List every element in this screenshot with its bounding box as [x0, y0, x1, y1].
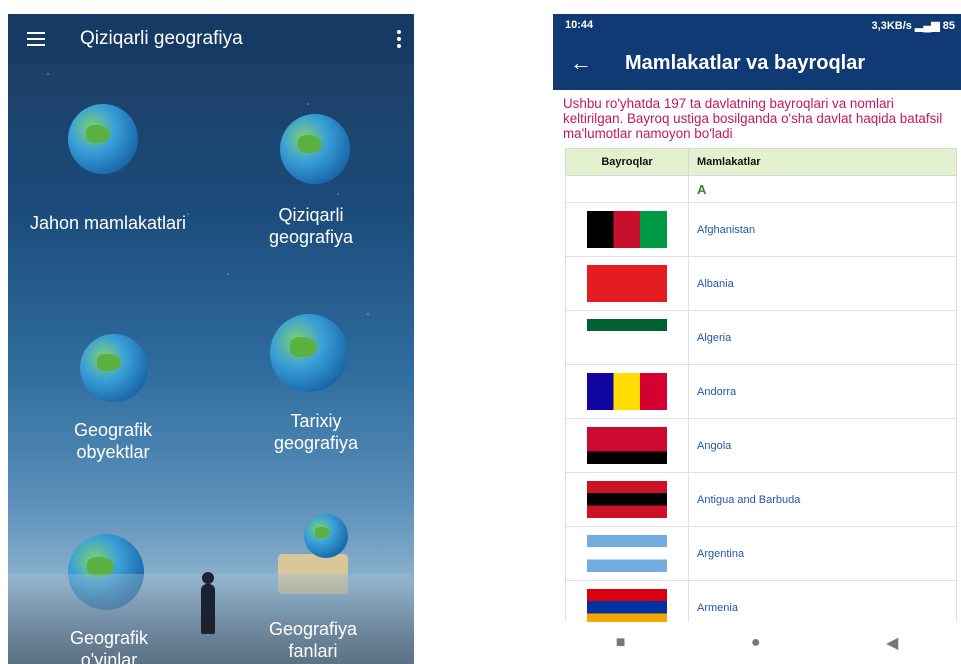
country-name[interactable]: Andorra	[688, 364, 957, 419]
flag-icon[interactable]	[587, 481, 667, 518]
geographic-objects-globe-icon[interactable]	[80, 334, 148, 402]
tile-geografik-oyinlar[interactable]: Geografik o'yinlar	[44, 627, 174, 664]
flag-cell[interactable]	[565, 472, 689, 527]
flag-icon[interactable]	[587, 265, 667, 302]
tile-jahon-mamlakatlari[interactable]: Jahon mamlakatlari	[28, 212, 188, 234]
letter-row: A	[565, 175, 957, 203]
table-row[interactable]: Algeria	[565, 310, 957, 365]
flag-cell[interactable]	[565, 364, 689, 419]
person-figure	[201, 572, 215, 634]
countries-table: Bayroqlar Mamlakatlar A Afghanistan Alban…	[565, 148, 957, 635]
cartoon-globe-icon[interactable]	[280, 114, 350, 184]
country-name[interactable]: Argentina	[688, 526, 957, 581]
flag-icon[interactable]	[587, 319, 667, 356]
app-bar: ← Mamlakatlar va bayroqlar	[553, 36, 961, 90]
country-name[interactable]: Albania	[688, 256, 957, 311]
flag-icon[interactable]	[587, 373, 667, 410]
historical-globe-icon[interactable]	[270, 314, 348, 392]
school-globe-icon[interactable]	[304, 514, 348, 558]
network-speed: 3,3KB/s	[871, 19, 912, 32]
flag-icon[interactable]	[587, 211, 667, 248]
signal-icon: ▂▄▆	[914, 19, 943, 32]
app-title: Qiziqarli geografiya	[80, 28, 243, 49]
status-time: 10:44	[565, 19, 594, 31]
system-nav-bar: ■ ● ◀	[553, 622, 961, 664]
country-name[interactable]: Antigua and Barbuda	[688, 472, 957, 527]
hamburger-icon[interactable]	[8, 14, 64, 64]
table-row[interactable]: Albania	[565, 256, 957, 311]
table-row[interactable]: Afghanistan	[565, 202, 957, 257]
square-icon[interactable]: ■	[616, 634, 626, 652]
page-title: Mamlakatlar va bayroqlar	[625, 51, 866, 74]
intro-text: Ushbu ro'yhatda 197 ta davlatning bayroq…	[563, 96, 943, 141]
table-row[interactable]: Angola	[565, 418, 957, 473]
flag-cell[interactable]	[565, 310, 689, 365]
table-row[interactable]: Antigua and Barbuda	[565, 472, 957, 527]
back-triangle-icon[interactable]: ◀	[886, 633, 898, 653]
tile-geografiya-fanlari[interactable]: Geografiya fanlari	[248, 618, 378, 662]
flag-cell[interactable]	[565, 526, 689, 581]
right-phone-screen: 10:44 3,3KB/s ▂▄▆ 85 ← Mamlakatlar va ba…	[553, 14, 961, 664]
table-row[interactable]: Andorra	[565, 364, 957, 419]
country-name[interactable]: Algeria	[688, 310, 957, 365]
more-vert-icon[interactable]	[384, 14, 414, 64]
flag-icon[interactable]	[587, 535, 667, 572]
flag-cell[interactable]	[565, 256, 689, 311]
left-phone-screen: Qiziqarli geografiya Jahon mamlakatlari …	[8, 14, 414, 664]
flag-cell[interactable]	[565, 202, 689, 257]
back-arrow-icon[interactable]: ←	[553, 50, 609, 76]
flag-cell[interactable]	[565, 418, 689, 473]
flag-icon[interactable]	[587, 427, 667, 464]
tile-qiziqarli-geografiya[interactable]: Qiziqarli geografiya	[236, 204, 386, 248]
world-countries-globe-icon[interactable]	[68, 104, 138, 174]
battery-level: 85	[942, 19, 955, 32]
status-bar: 10:44 3,3KB/s ▂▄▆ 85	[553, 14, 961, 36]
tile-tarixiy-geografiya[interactable]: Tarixiy geografiya	[246, 410, 386, 454]
tile-geografik-obyektlar[interactable]: Geografik obyektlar	[48, 419, 178, 463]
app-bar: Qiziqarli geografiya	[8, 14, 414, 64]
letter-a: A	[688, 175, 957, 203]
column-header-flags: Bayroqlar	[565, 148, 689, 176]
table-header: Bayroqlar Mamlakatlar	[565, 148, 957, 176]
flag-icon[interactable]	[587, 589, 667, 626]
circle-icon[interactable]: ●	[751, 634, 761, 652]
country-name[interactable]: Afghanistan	[688, 202, 957, 257]
column-header-countries: Mamlakatlar	[688, 148, 957, 176]
status-right: 3,3KB/s ▂▄▆ 85	[872, 19, 955, 32]
table-row[interactable]: Argentina	[565, 526, 957, 581]
letter-empty-cell	[565, 175, 689, 203]
country-name[interactable]: Angola	[688, 418, 957, 473]
